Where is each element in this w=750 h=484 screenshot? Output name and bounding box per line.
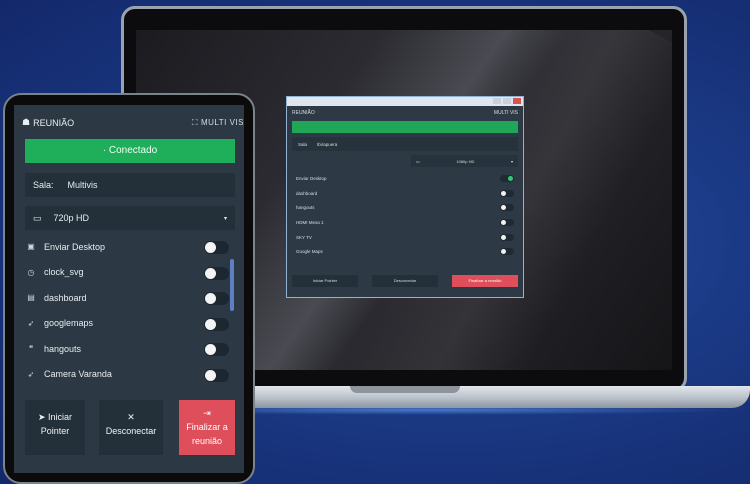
list-item: hangouts (292, 200, 518, 215)
rocket-icon: ➶ (27, 369, 35, 379)
laptop-resolution-value: 1080p HD (456, 158, 475, 164)
list-item: ▤ dashboard (25, 285, 229, 311)
source-toggle[interactable] (204, 266, 229, 280)
source-toggle[interactable] (500, 189, 514, 197)
laptop-window-header: REUNIÃO MULTI VIS (287, 106, 523, 120)
maximize-button[interactable] (503, 98, 511, 104)
tablet-screen: ☗ REUNIÃO ⛶ MULTI VIS · Conectado Sala: … (14, 105, 244, 473)
source-toggle[interactable] (500, 233, 514, 241)
source-toggle[interactable] (204, 317, 229, 331)
list-item-label: Enviar Desktop (44, 241, 106, 252)
pointer-label-line2: Pointer (40, 426, 70, 436)
connection-status-button[interactable]: · Conectado (25, 139, 235, 163)
laptop-app-window: REUNIÃO MULTI VIS Sala Ibirapuera ▭ 1080… (286, 96, 524, 298)
action-bar: ➤ Iniciar Pointer ✕ Desconectar ⇥ Finali… (25, 400, 235, 455)
resolution-value: 720p HD (53, 213, 90, 223)
list-item-label: dashboard (296, 190, 318, 196)
list-item-label: hangouts (296, 205, 315, 211)
finish-meeting-button[interactable]: ⇥ Finalizar a reunião (179, 400, 235, 455)
source-toggle[interactable] (500, 218, 514, 226)
source-toggle[interactable] (500, 204, 514, 212)
list-item-label: dashboard (44, 292, 87, 303)
disconnect-button[interactable]: Desconectar (372, 275, 438, 287)
source-list: ▣ Enviar Desktop ◷ clock_svg ▤ dashboard… (25, 234, 229, 388)
clock-icon: ◷ (27, 267, 35, 277)
dashboard-icon: ▤ (27, 293, 35, 303)
source-toggle[interactable] (204, 368, 229, 382)
laptop-status-bar[interactable] (292, 121, 518, 133)
monitor-icon: ▭ (416, 158, 420, 164)
list-item-label: Enviar Desktop (296, 175, 327, 181)
room-label: Sala: (33, 180, 54, 190)
app-title-text: REUNIÃO (33, 117, 75, 128)
status-label: Conectado (108, 145, 158, 156)
laptop-window-brand: MULTI VIS (493, 110, 518, 116)
chevron-down-icon: ▾ (510, 158, 513, 164)
laptop-room-value: Ibirapuera (317, 141, 338, 147)
laptop-window-controls (493, 98, 521, 104)
laptop-window-titlebar (287, 97, 523, 106)
source-toggle[interactable] (204, 343, 229, 356)
laptop-room-field: Sala Ibirapuera (292, 137, 518, 151)
list-item: ❝ hangouts (25, 336, 229, 362)
status-dot: · (102, 145, 107, 156)
disconnect-button[interactable]: ✕ Desconectar (99, 400, 163, 455)
list-item-label: Google Maps (296, 249, 323, 255)
chevron-down-icon: ▾ (223, 215, 227, 222)
list-item: HDMI Mesa 1 (292, 215, 518, 230)
list-item-label: clock_svg (44, 267, 84, 278)
meeting-icon: ☗ (22, 117, 31, 127)
rocket-icon: ➶ (27, 318, 35, 328)
monitor-icon: ▭ (33, 212, 42, 223)
source-toggle[interactable] (204, 292, 229, 305)
close-icon: ✕ (127, 412, 135, 422)
finish-label-line2: reunião (191, 436, 223, 446)
source-toggle[interactable] (500, 248, 514, 256)
list-item-label: Camera Varanda (44, 369, 112, 380)
list-item-label: googlemaps (44, 318, 94, 329)
source-toggle[interactable] (204, 241, 229, 254)
list-scrollbar[interactable] (230, 259, 234, 311)
start-pointer-button[interactable]: Iniciar Pointer (292, 275, 358, 287)
list-item: SKY TV (292, 230, 518, 245)
room-field: Sala: Multivis (25, 173, 235, 197)
laptop-window-title: REUNIÃO (292, 110, 315, 116)
brand-text: MULTI VIS (200, 118, 244, 127)
laptop-room-label: Sala (298, 141, 308, 147)
minimize-button[interactable] (493, 98, 501, 104)
pointer-icon: ➤ Iniciar (37, 412, 73, 422)
list-item: ➶ Camera Varanda (25, 362, 229, 388)
finish-meeting-button[interactable]: Finalizar a reunião (452, 275, 518, 287)
list-item: ◷ clock_svg (25, 260, 229, 286)
list-item-label: HDMI Mesa 1 (296, 219, 324, 225)
list-item-label: hangouts (44, 343, 82, 354)
close-button[interactable] (513, 98, 521, 104)
exit-icon: ⇥ (203, 408, 211, 418)
disconnect-label: Desconectar (105, 426, 157, 436)
laptop-source-list: Enviar Desktop dashboard hangouts HDMI M… (292, 171, 518, 259)
multivis-logo-icon: ⛶ (191, 117, 198, 127)
list-item: ➶ googlemaps (25, 311, 229, 337)
laptop-notch (350, 386, 460, 393)
brand-logo: ⛶ MULTI VIS (192, 118, 244, 128)
list-item: ▣ Enviar Desktop (25, 234, 229, 260)
start-pointer-button[interactable]: ➤ Iniciar Pointer (25, 400, 85, 455)
hangouts-icon: ❝ (28, 344, 34, 354)
list-item-label: SKY TV (296, 234, 312, 240)
list-item: Google Maps (292, 244, 518, 259)
laptop-action-bar: Iniciar Pointer Desconectar Finalizar a … (292, 275, 518, 287)
finish-label-line1: Finalizar a (186, 422, 228, 432)
list-item: Enviar Desktop (292, 171, 518, 186)
list-item: dashboard (292, 186, 518, 201)
app-header: ☗ REUNIÃO ⛶ MULTI VIS (22, 117, 244, 128)
laptop-resolution-select[interactable]: ▭ 1080p HD ▾ (411, 155, 518, 167)
source-toggle[interactable] (500, 174, 514, 182)
app-title: ☗ REUNIÃO (22, 117, 74, 128)
room-value: Multivis (67, 180, 98, 190)
desktop-icon: ▣ (27, 242, 35, 252)
resolution-select[interactable]: ▭ 720p HD ▾ (25, 206, 235, 230)
